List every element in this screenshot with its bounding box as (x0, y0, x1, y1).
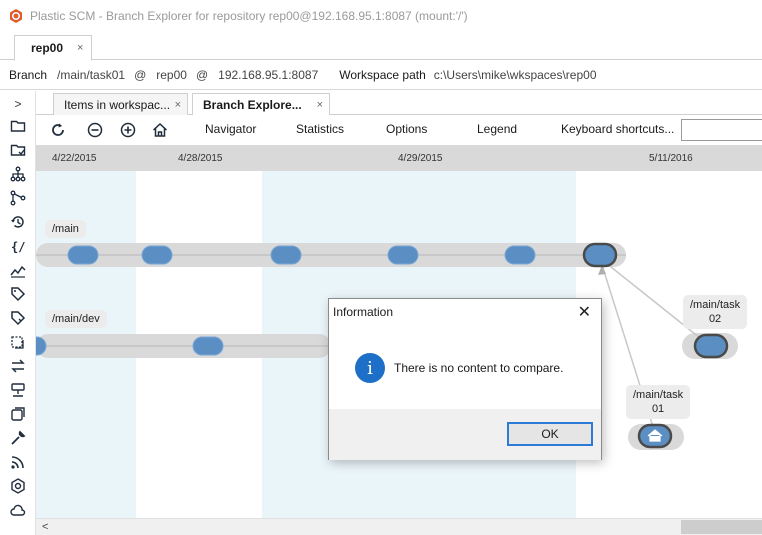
changeset-head (582, 242, 618, 268)
close-icon[interactable]: × (317, 99, 323, 111)
tab-rep00[interactable]: rep00 × (14, 35, 92, 61)
workspace-path-label: Workspace path (339, 67, 426, 82)
chart-icon[interactable] (9, 261, 27, 279)
info-icon: i (355, 353, 385, 383)
ok-button[interactable]: OK (507, 422, 593, 446)
zoom-in-icon[interactable] (118, 120, 138, 140)
expand-sidebar-button[interactable]: > (9, 95, 27, 113)
left-sidebar: > {/} (0, 91, 36, 535)
tab-rep00-label: rep00 (31, 41, 64, 55)
zoom-out-icon[interactable] (85, 120, 105, 140)
repository-value[interactable]: rep00 (156, 68, 187, 82)
feed-icon[interactable] (9, 453, 27, 471)
branch-merge-icon[interactable] (9, 189, 27, 207)
search-input[interactable] (681, 119, 762, 141)
tab-label: Items in workspac... (64, 97, 171, 112)
scroll-left-arrow-icon[interactable]: < (42, 521, 48, 533)
tools-icon[interactable] (9, 429, 27, 447)
changeset (192, 336, 224, 356)
changeset (504, 245, 536, 265)
tab-branch-explorer[interactable]: Branch Explore... × (192, 93, 330, 116)
changeset-head (693, 333, 729, 359)
branch-label-task01[interactable]: /main/task 01 (626, 385, 691, 419)
close-icon[interactable]: ✕ (578, 302, 591, 322)
document-tab-strip: Items in workspac... × Branch Explore...… (36, 91, 762, 116)
changeset (387, 245, 419, 265)
navigator-button[interactable]: Navigator (205, 122, 256, 136)
at-separator: @ (134, 67, 147, 82)
horizontal-scrollbar[interactable]: < (36, 518, 762, 535)
changeset (67, 245, 99, 265)
changeset (141, 245, 173, 265)
sync-icon[interactable] (9, 357, 27, 375)
svg-text:{/}: {/} (11, 240, 26, 254)
plastic-scm-logo-icon (10, 9, 22, 23)
workspace-path-value[interactable]: c:\Users\mike\wkspaces\rep00 (434, 68, 597, 82)
server-value[interactable]: 192.168.95.1:8087 (218, 68, 318, 82)
date-label: 4/28/2015 (178, 153, 223, 164)
branches-icon[interactable] (9, 165, 27, 183)
tab-items-in-workspace[interactable]: Items in workspac... × (53, 93, 188, 115)
folder-icon[interactable] (9, 117, 27, 135)
shelves-icon[interactable] (9, 333, 27, 351)
branch-label-dev[interactable]: /main/dev (45, 310, 107, 328)
server-icon[interactable] (9, 381, 27, 399)
info-icon-glyph: i (367, 357, 373, 379)
history-icon[interactable] (9, 213, 27, 231)
tab-label: Branch Explore... (203, 98, 302, 112)
workspace-info-bar: Branch /main/task01 @ rep00 @ 192.168.95… (0, 60, 762, 90)
date-label: 4/29/2015 (398, 153, 443, 164)
pending-changes-icon[interactable] (9, 141, 27, 159)
branch-explorer-toolbar: Navigator Statistics Options Legend Keyb… (36, 115, 762, 145)
expand-label: > (14, 97, 22, 111)
legend-button[interactable]: Legend (477, 122, 517, 136)
close-icon[interactable]: × (175, 99, 181, 111)
date-label: 5/11/2016 (649, 153, 693, 164)
information-dialog: Information ✕ i There is no content to c… (328, 298, 602, 460)
code-review-icon[interactable]: {/} (9, 237, 27, 255)
window-titlebar: Plastic SCM - Branch Explorer for reposi… (0, 0, 762, 32)
cloud-icon[interactable] (9, 501, 27, 519)
statistics-button[interactable]: Statistics (296, 122, 344, 136)
branch-label: Branch (9, 67, 48, 82)
repository-tab-strip: rep00 × (0, 32, 762, 61)
close-icon[interactable]: × (77, 42, 83, 54)
branch-label-main[interactable]: /main (45, 220, 86, 238)
plastic-icon[interactable] (9, 477, 27, 495)
at-separator: @ (195, 67, 209, 82)
keyboard-shortcuts-button[interactable]: Keyboard shortcuts... (561, 122, 674, 136)
tag-icon[interactable] (9, 309, 27, 327)
dialog-footer: OK (329, 409, 601, 460)
branch-value[interactable]: /main/task01 (57, 68, 125, 82)
options-button[interactable]: Options (386, 122, 427, 136)
workspaces-icon[interactable] (9, 405, 27, 423)
changeset (270, 245, 302, 265)
branch-label-task02[interactable]: /main/task 02 (683, 295, 748, 329)
dialog-message: There is no content to compare. (394, 361, 564, 375)
window-title: Plastic SCM - Branch Explorer for reposi… (30, 9, 468, 23)
label-icon[interactable] (9, 285, 27, 303)
scrollbar-thumb[interactable] (681, 520, 762, 534)
dialog-title: Information (333, 305, 394, 319)
home-icon[interactable] (150, 120, 170, 140)
date-label: 4/22/2015 (52, 153, 97, 164)
refresh-icon[interactable] (48, 120, 68, 140)
